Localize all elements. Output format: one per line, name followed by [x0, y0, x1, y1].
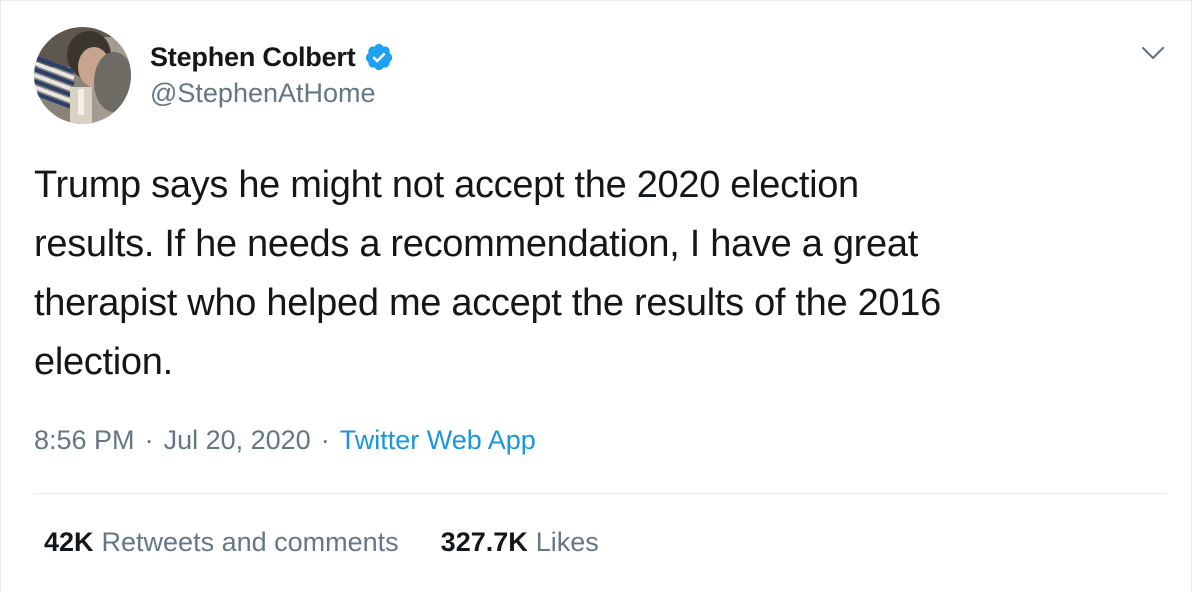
- verified-badge-icon: [364, 42, 394, 72]
- tweet-text: Trump says he might not accept the 2020 …: [34, 164, 941, 383]
- meta-separator: ·: [320, 425, 330, 455]
- tweet-header: Stephen Colbert @StephenAtHome: [34, 27, 1167, 127]
- tweet-date[interactable]: Jul 20, 2020: [164, 425, 311, 456]
- retweets-count: 42K: [44, 527, 94, 557]
- chevron-down-icon[interactable]: [1139, 39, 1167, 67]
- user-info: Stephen Colbert @StephenAtHome: [150, 41, 394, 109]
- retweets-label: Retweets and comments: [101, 527, 399, 557]
- likes-count: 327.7K: [440, 527, 528, 557]
- likes-label: Likes: [535, 527, 599, 557]
- user-handle[interactable]: @StephenAtHome: [150, 78, 394, 109]
- meta-separator: ·: [144, 425, 154, 455]
- tweet-card: Stephen Colbert @StephenAtHome Trump say…: [0, 0, 1192, 592]
- avatar-photo: [34, 27, 131, 124]
- divider: [34, 493, 1167, 494]
- name-row: Stephen Colbert: [150, 41, 394, 73]
- display-name[interactable]: Stephen Colbert: [150, 42, 356, 73]
- tweet-time[interactable]: 8:56 PM: [34, 425, 135, 456]
- likes-stat[interactable]: 327.7K Likes: [441, 527, 599, 558]
- retweets-stat[interactable]: 42K Retweets and comments: [44, 527, 399, 558]
- tweet-metadata: 8:56 PM · Jul 20, 2020 · Twitter Web App: [34, 425, 536, 456]
- tweet-source-link[interactable]: Twitter Web App: [340, 425, 536, 456]
- avatar[interactable]: [34, 27, 131, 124]
- tweet-stats: 42K Retweets and comments 327.7K Likes: [44, 527, 599, 558]
